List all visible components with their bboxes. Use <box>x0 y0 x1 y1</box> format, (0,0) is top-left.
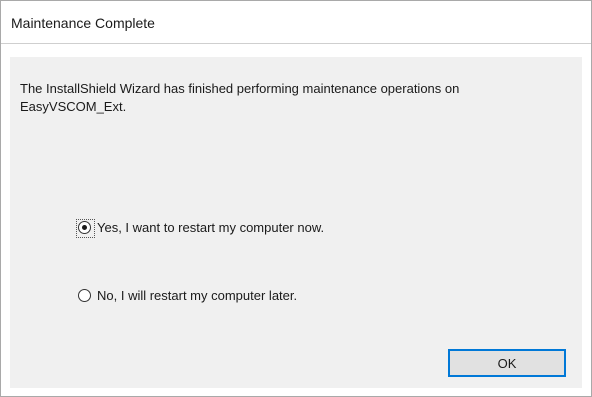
restart-now-radio[interactable] <box>76 219 95 238</box>
restart-later-option[interactable]: No, I will restart my computer later. <box>78 288 297 303</box>
restart-later-label[interactable]: No, I will restart my computer later. <box>97 288 297 303</box>
restart-now-label[interactable]: Yes, I want to restart my computer now. <box>97 220 324 235</box>
window-title: Maintenance Complete <box>11 15 155 31</box>
maintenance-dialog-window: Maintenance Complete The InstallShield W… <box>0 0 592 397</box>
focus-indicator <box>76 219 95 238</box>
restart-now-option[interactable]: Yes, I want to restart my computer now. <box>76 219 324 238</box>
completion-message: The InstallShield Wizard has finished pe… <box>20 81 460 114</box>
ok-button[interactable]: OK <box>448 349 566 377</box>
dialog-body: The InstallShield Wizard has finished pe… <box>10 57 582 388</box>
restart-later-radio[interactable] <box>78 289 91 302</box>
title-bar: Maintenance Complete <box>1 1 591 44</box>
